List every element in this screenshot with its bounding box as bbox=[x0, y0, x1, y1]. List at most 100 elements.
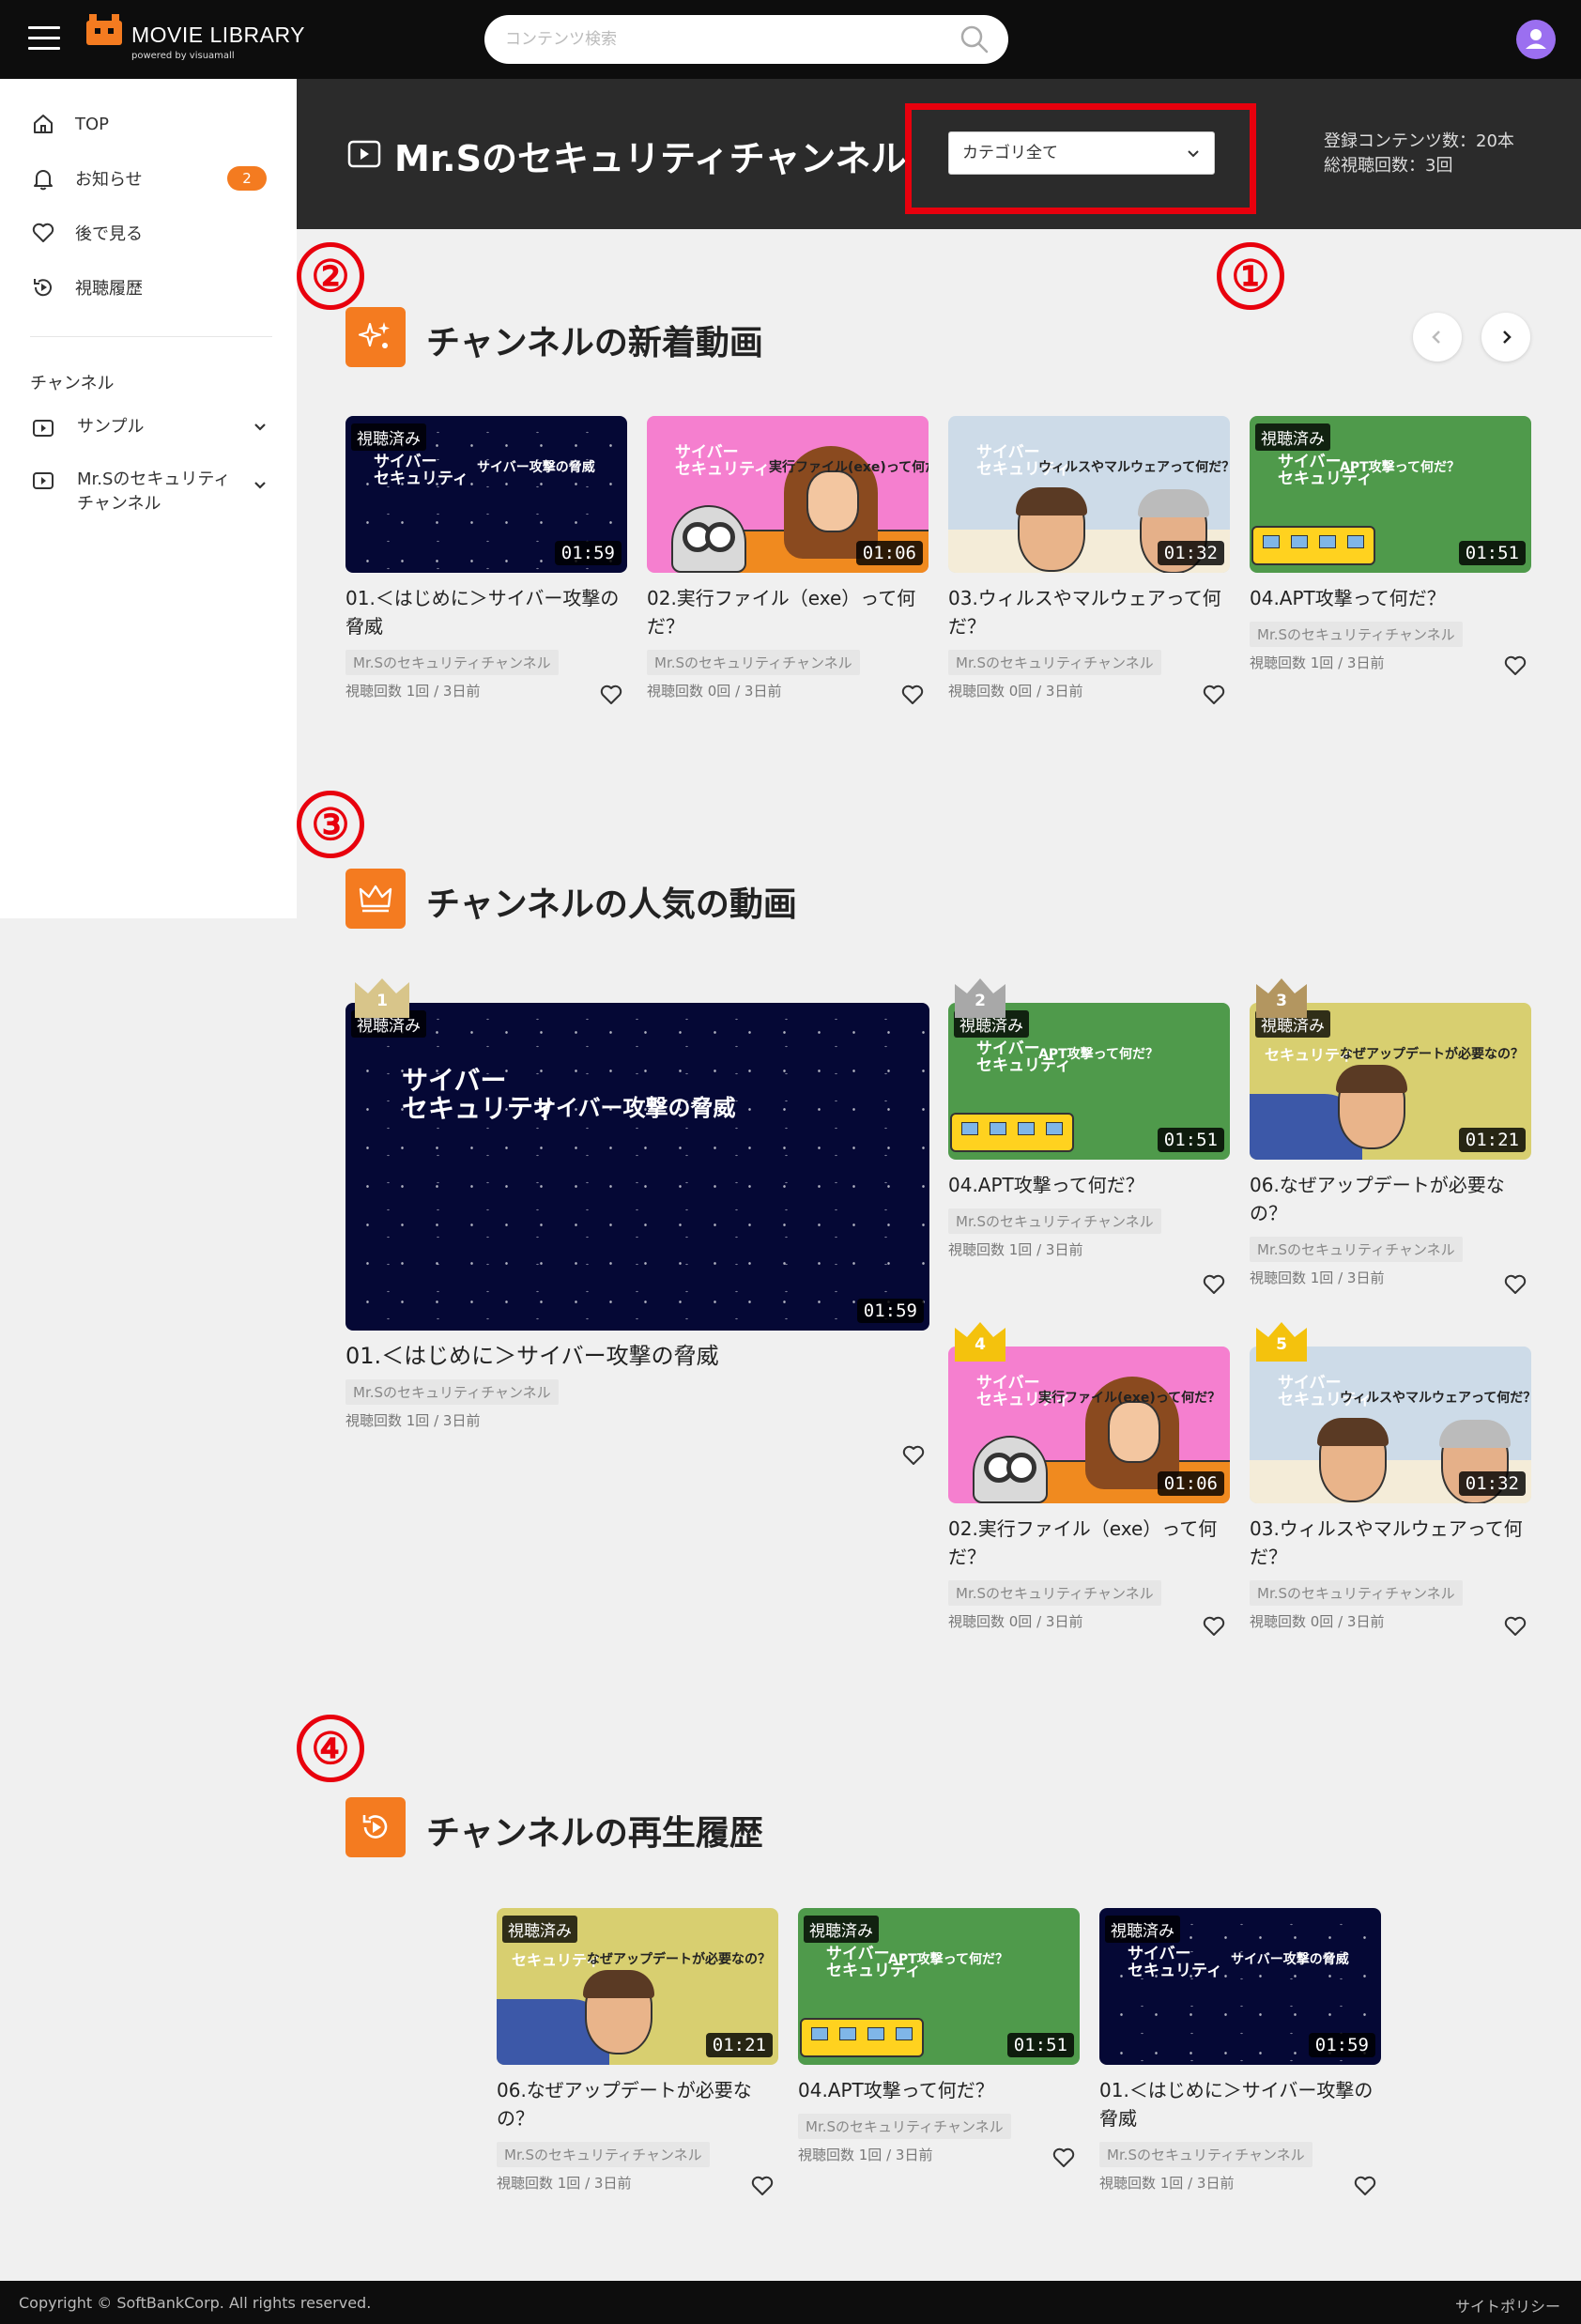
heart-icon[interactable] bbox=[1353, 2175, 1377, 2197]
video-card[interactable]: サイバー セキュリティ ウィルスやマルウェアって何だ？ 01:32 03.ウィル… bbox=[948, 416, 1230, 704]
heart-icon[interactable] bbox=[1202, 1273, 1226, 1296]
video-title[interactable]: 04.APT攻撃って何だ？ bbox=[798, 2076, 1080, 2104]
video-thumbnail[interactable]: サイバー セキュリティ 実行ファイル(exe)って何だ？ 01:06 bbox=[948, 1347, 1230, 1503]
heart-icon[interactable] bbox=[599, 684, 623, 706]
thumbnail-caption: APT攻撃って何だ？ bbox=[888, 1952, 1008, 1967]
search-input[interactable] bbox=[505, 26, 946, 53]
video-thumbnail[interactable]: サイバー セキュリティ APT攻撃って何だ？ 視聴済み 01:51 bbox=[948, 1003, 1230, 1160]
video-card[interactable]: サイバー セキュリティ APT攻撃って何だ？ 視聴済み 01:51 04.APT… bbox=[1250, 416, 1531, 675]
channel-tag[interactable]: Mr.Sのセキュリティチャンネル bbox=[948, 650, 1161, 675]
video-title[interactable]: 06.なぜアップデートが必要なの？ bbox=[497, 2076, 778, 2132]
rank-crown-2: 2 bbox=[951, 977, 1009, 1018]
user-avatar[interactable] bbox=[1516, 20, 1556, 59]
video-thumbnail[interactable]: サイバー セキュリティ サイバー攻撃の脅威 視聴済み 01:59 bbox=[345, 416, 627, 573]
video-thumbnail[interactable]: サイバー セキュリティ APT攻撃って何だ？ 視聴済み 01:51 bbox=[1250, 416, 1531, 573]
video-title[interactable]: 06.なぜアップデートが必要なの？ bbox=[1250, 1171, 1531, 1227]
channel-title: Mr.Sのセキュリティチャンネル bbox=[394, 138, 907, 179]
video-card-featured[interactable]: サイバー セキュリティ サイバー攻撃の脅威 視聴済み 01:59 01.＜はじめ… bbox=[345, 1003, 929, 1465]
carousel-prev-button[interactable] bbox=[1413, 313, 1462, 362]
video-card[interactable]: サイバー セキュリティ サイバー攻撃の脅威 視聴済み 01:59 01.＜はじめ… bbox=[1099, 1908, 1381, 2195]
video-thumbnail[interactable]: サイバー セキュリティ APT攻撃って何だ？ 視聴済み 01:51 bbox=[798, 1908, 1080, 2065]
video-thumbnail[interactable]: セキュリティ なぜアップデートが必要なの？ 視聴済み 01:21 bbox=[1250, 1003, 1531, 1160]
video-card[interactable]: サイバー セキュリティ APT攻撃って何だ？ 視聴済み 01:51 04.APT… bbox=[948, 1003, 1230, 1294]
video-title[interactable]: 01.＜はじめに＞サイバー攻撃の脅威 bbox=[345, 584, 627, 640]
duration-badge: 01:06 bbox=[855, 541, 923, 565]
notification-badge: 2 bbox=[227, 166, 267, 191]
video-card[interactable]: サイバー セキュリティ 実行ファイル(exe)って何だ？ 01:06 02.実行… bbox=[647, 416, 929, 704]
chevron-down-icon[interactable] bbox=[252, 477, 269, 494]
thumbnail-caption: APT攻撃って何だ？ bbox=[1038, 1047, 1159, 1062]
video-card[interactable]: サイバー セキュリティ ウィルスやマルウェアって何だ？ 01:32 03.ウィル… bbox=[1250, 1347, 1531, 1636]
search-icon[interactable] bbox=[959, 24, 990, 54]
thumbnail-caption: サイバー攻撃の脅威 bbox=[1231, 1952, 1349, 1967]
video-title[interactable]: 02.実行ファイル（exe）って何だ？ bbox=[948, 1515, 1230, 1571]
heart-icon[interactable] bbox=[1202, 684, 1226, 706]
heart-icon[interactable] bbox=[1051, 2147, 1076, 2169]
channel-tag[interactable]: Mr.Sのセキュリティチャンネル bbox=[1250, 1580, 1463, 1606]
video-meta: 視聴回数 1回 / 3日前 bbox=[948, 1241, 1083, 1258]
heart-icon[interactable] bbox=[1503, 654, 1527, 677]
channel-tag[interactable]: Mr.Sのセキュリティチャンネル bbox=[345, 650, 559, 675]
video-card[interactable]: サイバー セキュリティ サイバー攻撃の脅威 視聴済み 01:59 01.＜はじめ… bbox=[345, 416, 627, 704]
thumbnail-caption: サイバー攻撃の脅威 bbox=[477, 460, 595, 475]
video-meta: 視聴回数 0回 / 3日前 bbox=[948, 683, 1083, 700]
channel-tag[interactable]: Mr.Sのセキュリティチャンネル bbox=[647, 650, 860, 675]
video-title[interactable]: 02.実行ファイル（exe）って何だ？ bbox=[647, 584, 929, 640]
video-card[interactable]: サイバー セキュリティ APT攻撃って何だ？ 視聴済み 01:51 04.APT… bbox=[798, 1908, 1080, 2167]
video-card[interactable]: セキュリティ なぜアップデートが必要なの？ 視聴済み 01:21 06.なぜアッ… bbox=[497, 1908, 778, 2195]
video-thumbnail[interactable]: サイバー セキュリティ ウィルスやマルウェアって何だ？ 01:32 bbox=[1250, 1347, 1531, 1503]
sidebar-item-top[interactable]: TOP bbox=[30, 105, 274, 143]
channel-tag[interactable]: Mr.Sのセキュリティチャンネル bbox=[798, 2114, 1011, 2139]
rank-crown-4: 4 bbox=[951, 1320, 1009, 1362]
sidebar-channel-security[interactable]: Mr.Sのセキュリティチャンネル bbox=[30, 468, 274, 516]
video-card[interactable]: サイバー セキュリティ 実行ファイル(exe)って何だ？ 01:06 02.実行… bbox=[948, 1347, 1230, 1636]
video-thumbnail[interactable]: サイバー セキュリティ サイバー攻撃の脅威 視聴済み 01:59 bbox=[345, 1003, 929, 1331]
top-header: MOVIE LIBRARY powered by visuamall bbox=[0, 0, 1581, 79]
duration-badge: 01:06 bbox=[1157, 1471, 1224, 1496]
sidebar-item-history[interactable]: 視聴履歴 bbox=[30, 269, 274, 306]
chevron-down-icon bbox=[1188, 150, 1199, 158]
channel-tag[interactable]: Mr.Sのセキュリティチャンネル bbox=[1250, 622, 1463, 647]
heart-icon[interactable] bbox=[1503, 1615, 1527, 1638]
video-thumbnail[interactable]: サイバー セキュリティ ウィルスやマルウェアって何だ？ 01:32 bbox=[948, 416, 1230, 573]
chevron-down-icon[interactable] bbox=[252, 419, 269, 436]
video-title[interactable]: 01.＜はじめに＞サイバー攻撃の脅威 bbox=[345, 1342, 929, 1370]
heart-icon[interactable] bbox=[900, 684, 925, 706]
crown-icon bbox=[359, 885, 392, 913]
menu-icon[interactable] bbox=[28, 26, 60, 51]
rank-crown-5: 5 bbox=[1252, 1320, 1311, 1362]
thumbnail-art bbox=[1251, 526, 1375, 565]
video-title[interactable]: 01.＜はじめに＞サイバー攻撃の脅威 bbox=[1099, 2076, 1381, 2132]
sidebar-item-notifications[interactable]: お知らせ 2 bbox=[30, 160, 274, 197]
video-title[interactable]: 04.APT攻撃って何だ？ bbox=[948, 1171, 1230, 1199]
user-icon bbox=[1526, 29, 1546, 49]
video-thumbnail[interactable]: サイバー セキュリティ 実行ファイル(exe)って何だ？ 01:06 bbox=[647, 416, 929, 573]
heart-icon[interactable] bbox=[901, 1444, 926, 1467]
category-select-value: カテゴリ全て bbox=[962, 144, 1058, 162]
channel-tag[interactable]: Mr.Sのセキュリティチャンネル bbox=[1099, 2142, 1312, 2167]
heart-icon[interactable] bbox=[750, 2175, 775, 2197]
heart-icon bbox=[32, 223, 54, 242]
category-select[interactable]: カテゴリ全て bbox=[948, 131, 1215, 175]
video-title[interactable]: 04.APT攻撃って何だ？ bbox=[1250, 584, 1531, 612]
channel-tag[interactable]: Mr.Sのセキュリティチャンネル bbox=[1250, 1237, 1463, 1262]
video-meta: 視聴回数 1回 / 3日前 bbox=[497, 2175, 632, 2192]
footer-policy-link[interactable]: サイトポリシー bbox=[1455, 2294, 1560, 2316]
sidebar-channel-label: Mr.Sのセキュリティチャンネル bbox=[77, 469, 231, 514]
video-title[interactable]: 03.ウィルスやマルウェアって何だ？ bbox=[1250, 1515, 1531, 1571]
channel-tag[interactable]: Mr.Sのセキュリティチャンネル bbox=[345, 1379, 559, 1405]
video-thumbnail[interactable]: サイバー セキュリティ サイバー攻撃の脅威 視聴済み 01:59 bbox=[1099, 1908, 1381, 2065]
carousel-next-button[interactable] bbox=[1481, 313, 1530, 362]
video-card[interactable]: セキュリティ なぜアップデートが必要なの？ 視聴済み 01:21 06.なぜアッ… bbox=[1250, 1003, 1531, 1294]
video-title[interactable]: 03.ウィルスやマルウェアって何だ？ bbox=[948, 584, 1230, 640]
channel-tag[interactable]: Mr.Sのセキュリティチャンネル bbox=[948, 1208, 1161, 1234]
section-title-popular: チャンネルの人気の動画 bbox=[426, 885, 797, 924]
sidebar-item-watch-later[interactable]: 後で見る bbox=[30, 214, 274, 252]
video-thumbnail[interactable]: セキュリティ なぜアップデートが必要なの？ 視聴済み 01:21 bbox=[497, 1908, 778, 2065]
heart-icon[interactable] bbox=[1202, 1615, 1226, 1638]
channel-tag[interactable]: Mr.Sのセキュリティチャンネル bbox=[948, 1580, 1161, 1606]
sidebar-channel-sample[interactable]: サンプル bbox=[30, 415, 274, 441]
channel-tag[interactable]: Mr.Sのセキュリティチャンネル bbox=[497, 2142, 710, 2167]
heart-icon[interactable] bbox=[1503, 1273, 1527, 1296]
section-title-history: チャンネルの再生履歴 bbox=[426, 1814, 763, 1853]
